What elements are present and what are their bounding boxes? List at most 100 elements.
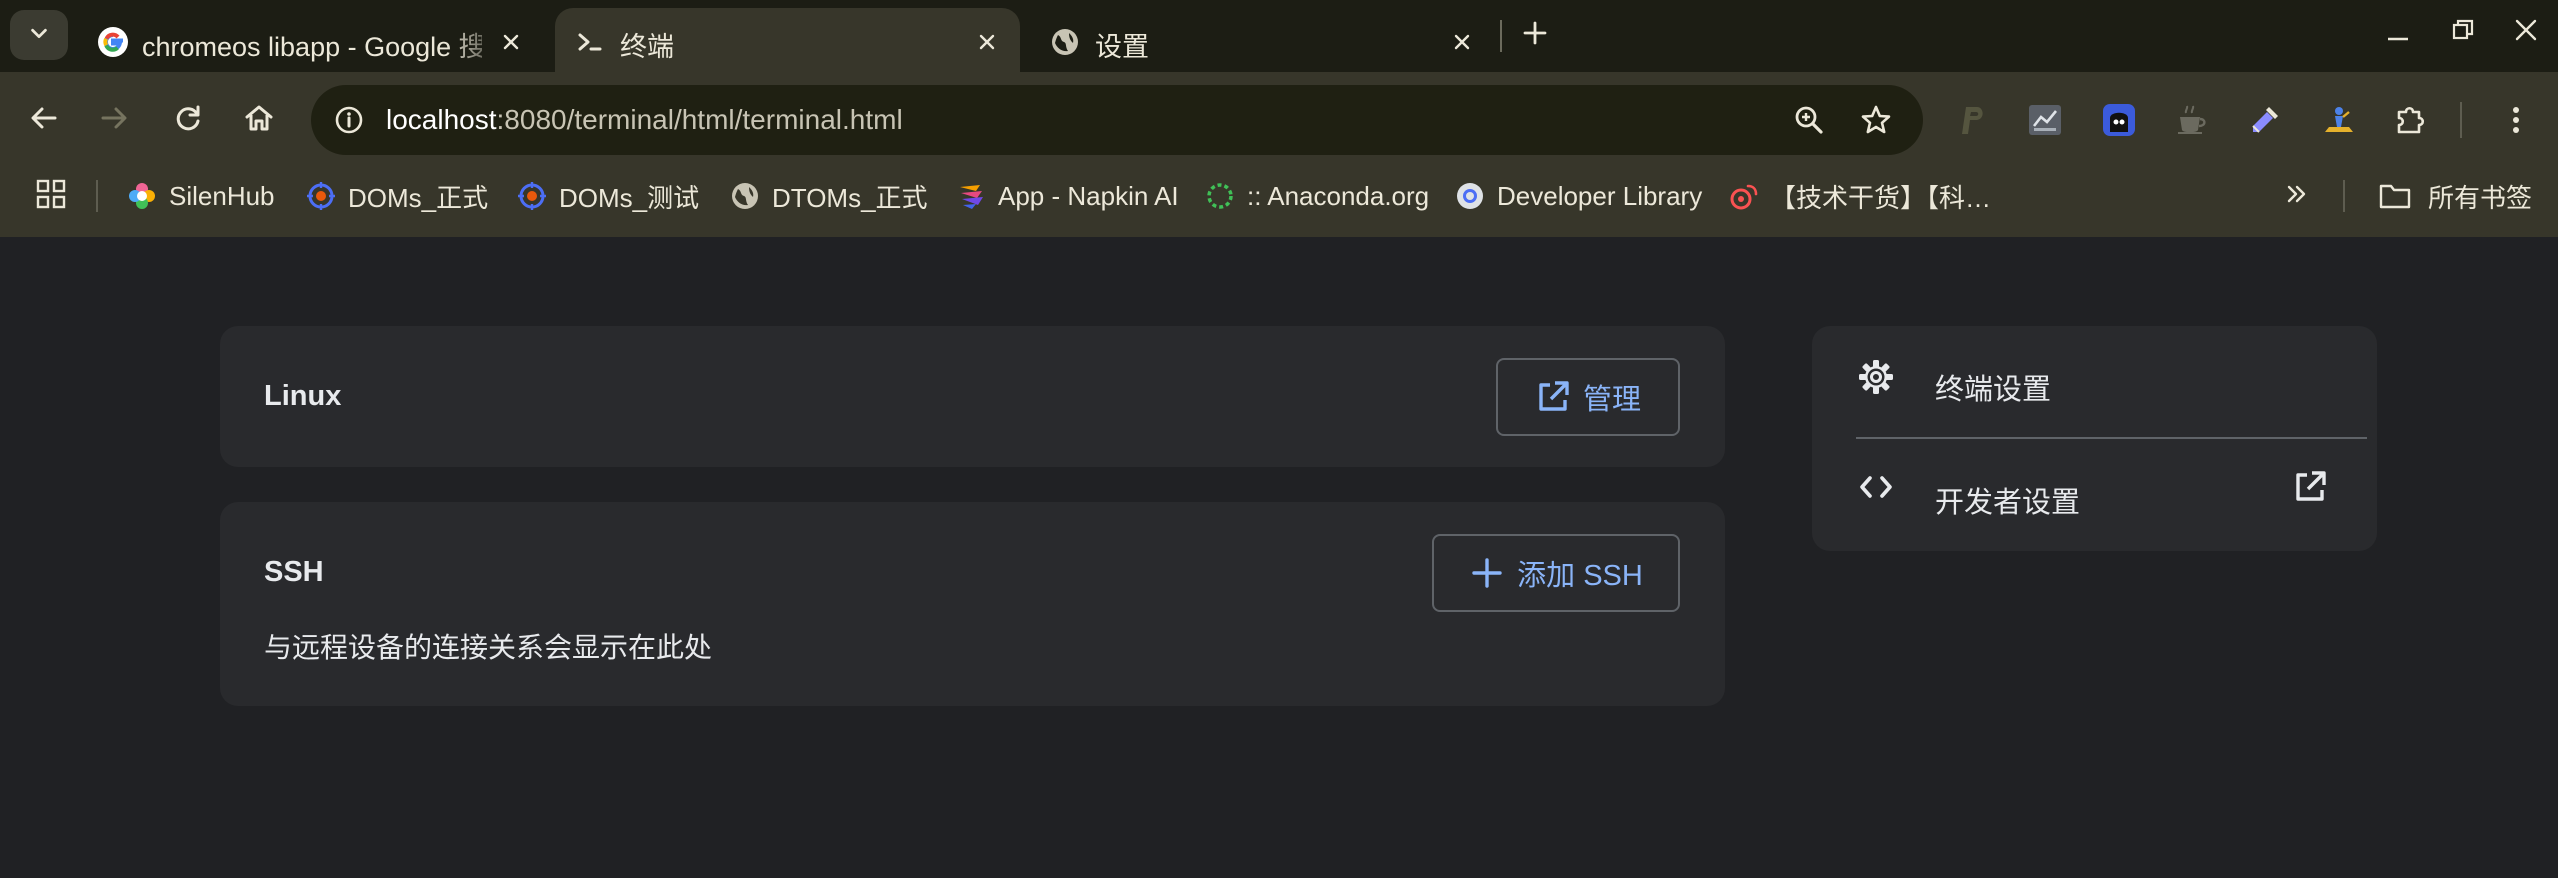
minimize-button[interactable]	[2376, 10, 2420, 54]
tab-close-icon[interactable]	[973, 28, 1001, 56]
plus-icon	[1522, 20, 1548, 51]
site-info-icon[interactable]	[331, 102, 367, 138]
chrome-dev-icon	[1455, 181, 1485, 211]
tab-close-icon[interactable]	[1448, 28, 1476, 56]
tab-search-button[interactable]	[10, 10, 68, 60]
coffee-extension-icon[interactable]	[2171, 99, 2213, 141]
linux-title: Linux	[264, 380, 342, 412]
url-host: localhost	[386, 104, 497, 135]
arrow-left-icon	[28, 102, 60, 139]
bookmark-label: App - Napkin AI	[998, 180, 1179, 211]
bookmark-dtoms-prod[interactable]: DTOMs_正式	[730, 176, 928, 216]
bookmark-label: Developer Library	[1497, 180, 1703, 211]
tab-settings[interactable]: 设置	[1030, 8, 1495, 72]
address-bar[interactable]: localhost:8080/terminal/html/terminal.ht…	[311, 85, 1923, 155]
open-external-icon	[2290, 467, 2330, 507]
more-menu-icon[interactable]	[2495, 99, 2537, 141]
tab-title: 设置	[1095, 32, 1149, 62]
bookmark-divider	[2343, 180, 2345, 212]
globe-icon	[730, 181, 760, 211]
tab-google-search[interactable]: chromeos libapp - Google 搜索	[72, 8, 550, 72]
terminal-settings-row[interactable]: 终端设置	[1812, 326, 2378, 416]
bookmark-label: DOMs_正式	[348, 182, 489, 213]
close-window-button[interactable]	[2504, 10, 2548, 54]
zoom-icon[interactable]	[1789, 100, 1829, 140]
traveler-extension-icon[interactable]	[2318, 99, 2360, 141]
ssh-card: SSH 与远程设备的连接关系会显示在此处 添加 SSH	[220, 502, 1725, 706]
tab-close-icon[interactable]	[497, 28, 525, 56]
terminal-settings-label: 终端设置	[1935, 374, 2052, 406]
tab-terminal[interactable]: 终端	[555, 8, 1020, 72]
toolbar-divider	[2460, 102, 2462, 138]
all-bookmarks-button[interactable]: 所有书签	[2378, 176, 2532, 216]
manage-label: 管理	[1582, 384, 1641, 416]
doms-target-icon	[306, 181, 336, 211]
chart-extension-icon[interactable]	[2024, 99, 2066, 141]
open-external-icon	[1535, 379, 1571, 415]
developer-settings-label: 开发者设置	[1935, 487, 2081, 519]
bookmark-label: :: Anaconda.org	[1247, 180, 1430, 211]
ghost-extension-icon[interactable]	[2098, 99, 2140, 141]
tab-strip: chromeos libapp - Google 搜索 终端 设置	[0, 0, 2558, 72]
eyedropper-extension-icon[interactable]	[2244, 99, 2286, 141]
settings-card: 终端设置 开发者设置	[1812, 326, 2377, 551]
restore-button[interactable]	[2441, 10, 2485, 54]
back-button[interactable]	[22, 98, 66, 142]
bookmark-anaconda[interactable]: :: Anaconda.org	[1205, 176, 1429, 216]
bookmark-label: DTOMs_正式	[772, 182, 928, 213]
bookmark-napkin-ai[interactable]: App - Napkin AI	[956, 176, 1179, 216]
bookmarks-overflow-button[interactable]	[2283, 176, 2311, 216]
napkin-icon	[956, 181, 986, 211]
add-ssh-label: 添加 SSH	[1517, 560, 1643, 592]
google-g-icon	[96, 25, 130, 59]
manage-button[interactable]: 管理	[1496, 358, 1680, 436]
globe-icon	[1048, 25, 1082, 59]
bookmark-silenhub[interactable]: SilenHub	[127, 176, 275, 216]
url-text[interactable]: localhost:8080/terminal/html/terminal.ht…	[386, 104, 903, 136]
bookmark-tech-article[interactable]: 【技术干货】【科…	[1728, 176, 1991, 216]
ssh-title: SSH	[264, 556, 324, 588]
developer-settings-row[interactable]: 开发者设置	[1812, 439, 2378, 529]
puzzle-extensions-icon[interactable]	[2390, 99, 2432, 141]
apps-grid-icon	[35, 178, 67, 215]
doms-target-icon	[517, 181, 547, 211]
bookmark-divider	[96, 180, 98, 212]
code-brackets-icon	[1856, 467, 1896, 507]
home-icon	[243, 102, 275, 139]
new-tab-button[interactable]	[1515, 15, 1555, 55]
browser-chrome: chromeos libapp - Google 搜索 终端 设置 localh…	[0, 0, 2558, 237]
reload-icon	[172, 102, 204, 139]
double-chevron-right-icon	[2283, 180, 2311, 213]
bookmark-label: DOMs_测试	[559, 182, 700, 213]
tab-title: 终端	[620, 32, 674, 62]
gear-icon	[1856, 357, 1896, 397]
url-path: :8080/terminal/html/terminal.html	[496, 104, 903, 135]
p-extension-icon[interactable]	[1950, 99, 1992, 141]
apps-button[interactable]	[35, 176, 67, 216]
ssh-description: 与远程设备的连接关系会显示在此处	[264, 632, 713, 663]
all-bookmarks-label: 所有书签	[2428, 182, 2533, 213]
anaconda-icon	[1205, 181, 1235, 211]
terminal-prompt-icon	[573, 25, 607, 59]
plus-icon	[1469, 555, 1505, 591]
reload-button[interactable]	[166, 98, 210, 142]
folder-icon	[2378, 181, 2412, 211]
restore-window-icon	[2450, 17, 2476, 48]
forward-button[interactable]	[92, 98, 136, 142]
home-button[interactable]	[237, 98, 281, 142]
bookmark-star-icon[interactable]	[1856, 100, 1896, 140]
silenhub-icon	[127, 181, 157, 211]
tab-divider	[1500, 20, 1502, 52]
bookmark-doms-prod[interactable]: DOMs_正式	[306, 176, 488, 216]
weibo-icon	[1728, 181, 1758, 211]
minimize-icon	[2385, 17, 2411, 48]
tab-title: chromeos libapp - Google 搜索	[142, 32, 482, 62]
bookmark-developer-library[interactable]: Developer Library	[1455, 176, 1702, 216]
close-icon	[2513, 17, 2539, 48]
arrow-right-icon	[98, 102, 130, 139]
add-ssh-button[interactable]: 添加 SSH	[1432, 534, 1680, 612]
bookmark-label: 【技术干货】【科…	[1770, 182, 1992, 213]
chevron-down-icon	[28, 22, 50, 49]
linux-card: Linux 管理	[220, 326, 1725, 467]
bookmark-doms-test[interactable]: DOMs_测试	[517, 176, 699, 216]
